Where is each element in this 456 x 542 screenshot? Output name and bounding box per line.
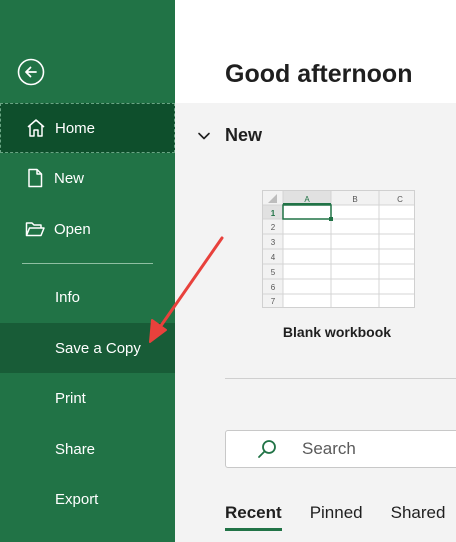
spreadsheet-thumbnail: A B C 1 2 3 4 5 6 7 [263, 191, 414, 307]
row-header: 5 [271, 268, 276, 277]
sidebar-item-print[interactable]: Print [0, 373, 175, 423]
sidebar-item-save-a-copy[interactable]: Save a Copy [0, 323, 175, 373]
column-header: A [304, 195, 310, 204]
new-document-icon [24, 167, 46, 189]
sidebar-item-open[interactable]: Open [0, 204, 175, 254]
blank-workbook-template[interactable]: A B C 1 2 3 4 5 6 7 [262, 190, 415, 308]
sidebar-item-label: Open [54, 220, 91, 238]
row-header: 2 [271, 223, 276, 232]
row-header: 6 [271, 283, 276, 292]
tab-recent[interactable]: Recent [225, 503, 282, 531]
chevron-down-icon [198, 132, 210, 139]
section-divider [225, 378, 456, 379]
column-header: B [352, 195, 357, 204]
sidebar-item-new[interactable]: New [0, 153, 175, 203]
sidebar-item-label: New [54, 169, 85, 187]
sidebar-item-label: Info [55, 288, 81, 306]
sidebar-item-label: Share [55, 440, 96, 458]
column-header: C [397, 195, 403, 204]
file-tabs: Recent Pinned Shared [225, 503, 456, 531]
sidebar-divider [22, 263, 153, 264]
row-header: 4 [271, 253, 276, 262]
sidebar-item-label: Print [55, 389, 86, 407]
sidebar-item-home[interactable]: Home [0, 103, 175, 153]
row-header: 1 [271, 209, 276, 218]
back-button[interactable] [17, 58, 45, 86]
folder-open-icon [24, 218, 46, 240]
page-title: Good afternoon [225, 60, 413, 88]
sidebar-item-info[interactable]: Info [0, 272, 175, 322]
tab-shared[interactable]: Shared [391, 503, 446, 523]
search-input[interactable] [300, 438, 424, 460]
back-arrow-icon [17, 58, 45, 86]
new-section-toggle[interactable]: New [197, 125, 262, 146]
sidebar-item-share[interactable]: Share [0, 424, 175, 474]
sidebar-item-label: Home [55, 119, 96, 137]
tab-pinned[interactable]: Pinned [310, 503, 363, 523]
section-title: New [225, 125, 263, 145]
search-box[interactable] [225, 430, 456, 468]
home-icon [25, 117, 47, 139]
main-content: Good afternoon New A B C 1 2 3 4 5 6 7 B… [175, 0, 456, 542]
row-header: 3 [271, 238, 276, 247]
sidebar-item-export[interactable]: Export [0, 474, 175, 524]
sidebar-item-label: Save a Copy [55, 339, 141, 357]
content-panel [175, 103, 456, 542]
sidebar-item-label: Export [55, 490, 99, 508]
search-icon [258, 440, 276, 458]
backstage-sidebar: Home New Open Info Save a Copy Print Sha… [0, 0, 175, 542]
template-label: Blank workbook [282, 324, 392, 340]
row-header: 7 [271, 297, 276, 306]
